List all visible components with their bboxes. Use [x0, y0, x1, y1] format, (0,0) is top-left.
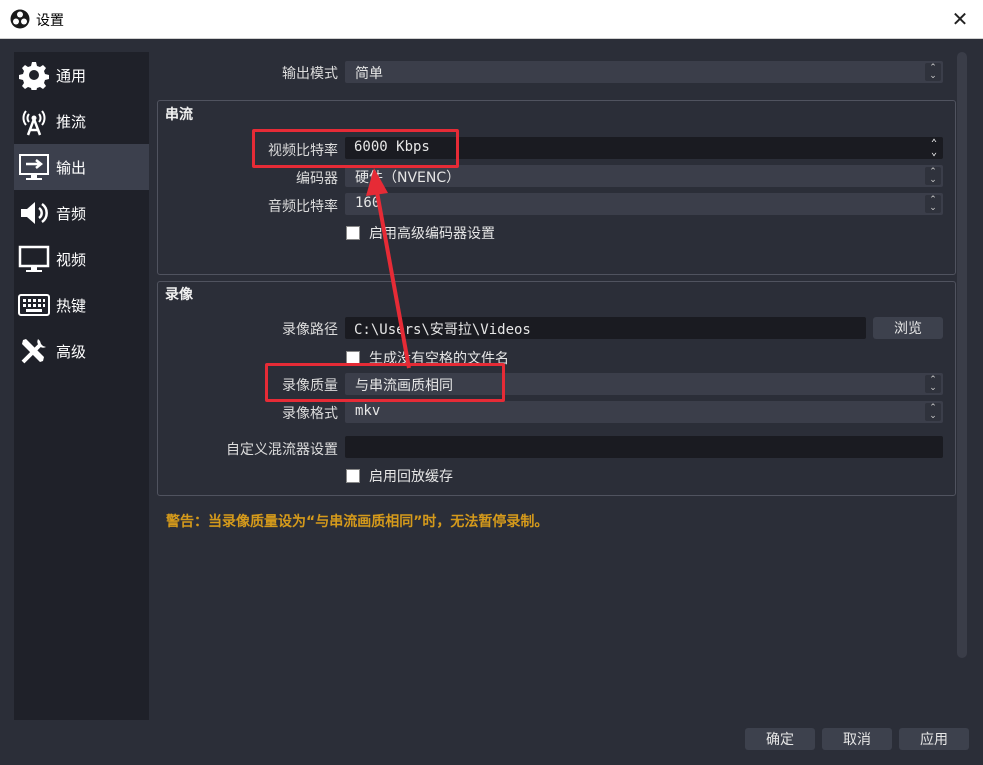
annotation-arrow: [366, 168, 411, 369]
apply-button[interactable]: 应用: [899, 728, 969, 750]
ok-button[interactable]: 确定: [745, 728, 815, 750]
cancel-button[interactable]: 取消: [822, 728, 892, 750]
